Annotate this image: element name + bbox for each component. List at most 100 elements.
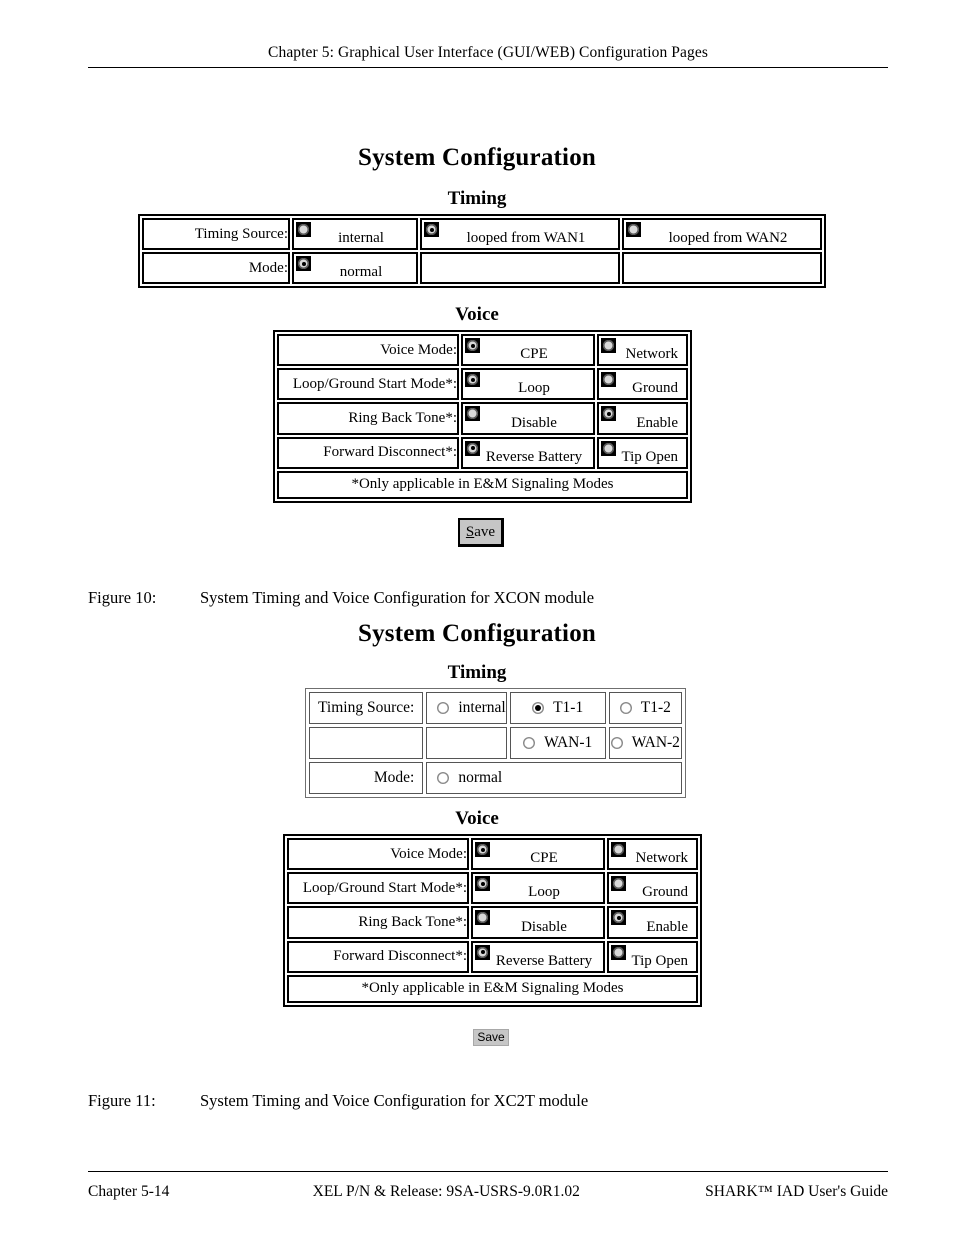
radio-label: WAN-1 [544, 734, 593, 752]
save-button-xcon[interactable]: Save [458, 518, 504, 547]
radio-option-disable[interactable]: Disable [461, 402, 595, 435]
radio-option-t1-1[interactable]: T1-1 [509, 692, 606, 724]
mode-label: Mode: [142, 252, 290, 284]
timing-source-label: Timing Source: [142, 218, 290, 250]
footer-right: SHARK™ IAD User's Guide [705, 1183, 888, 1200]
figure-caption-10: Figure 10: System Timing and Voice Config… [88, 588, 594, 608]
radio-option-wan-2[interactable]: WAN-2 [608, 727, 682, 759]
radio-label: Ground [632, 380, 678, 397]
figure-caption-text: System Timing and Voice Configuration fo… [200, 1091, 589, 1110]
voice-mode-label: Voice Mode: [287, 838, 469, 871]
radio-label: T1-1 [553, 699, 584, 717]
loop-ground-start-label: Loop/Ground Start Mode*: [287, 872, 469, 905]
running-header: Chapter 5: Graphical User Interface (GUI… [268, 44, 708, 61]
empty-cell [622, 252, 822, 284]
radio-label: Network [635, 850, 689, 867]
radio-icon[interactable] [523, 737, 536, 750]
radio-label: WAN-2 [631, 734, 680, 752]
table-row: Voice Mode: CPE Network [277, 334, 688, 367]
empty-cell [420, 252, 620, 284]
radio-label: Loop [518, 380, 550, 397]
table-row: Ring Back Tone*: Disable Enable [277, 402, 688, 435]
radio-label: Loop [528, 884, 560, 901]
radio-option-enable[interactable]: Enable [607, 906, 698, 939]
radio-option-cpe[interactable]: CPE [471, 838, 605, 871]
radio-option-loop[interactable]: Loop [471, 872, 605, 905]
radio-option-reverse-battery[interactable]: Reverse Battery [461, 436, 595, 469]
radio-label: T1-2 [640, 699, 671, 717]
radio-label: Disable [521, 918, 567, 935]
radio-option-normal[interactable]: normal [426, 762, 682, 794]
footer-center: XEL P/N & Release: 9SA-USRS-9.0R1.02 [312, 1183, 580, 1200]
radio-label: looped from WAN2 [668, 230, 788, 246]
table-row: Loop/Ground Start Mode*: Loop Ground [287, 872, 698, 905]
figure-caption-label: Figure 11: [88, 1091, 156, 1110]
table-row: Forward Disconnect*: Reverse Battery Tip… [287, 940, 698, 973]
table-row: *Only applicable in E&M Signaling Modes [277, 470, 688, 499]
radio-option-disable[interactable]: Disable [471, 906, 605, 939]
timing-heading-xc2t: Timing [447, 662, 507, 683]
timing-table-xc2t: Timing Source: internal T1-1 T1-2 WAN-1 … [305, 688, 686, 798]
radio-option-reverse-battery[interactable]: Reverse Battery [471, 940, 605, 973]
radio-label: Disable [511, 414, 557, 431]
radio-icon[interactable] [437, 772, 450, 785]
table-row: Timing Source: internal T1-1 T1-2 [309, 692, 682, 724]
radio-icon[interactable] [610, 737, 623, 750]
radio-option-normal[interactable]: normal [292, 252, 418, 284]
radio-option-looped-wan2[interactable]: looped from WAN2 [622, 218, 822, 250]
voice-table-xc2t: Voice Mode: CPE Network Loop/Ground Star… [283, 834, 702, 1007]
radio-option-network[interactable]: Network [597, 334, 688, 367]
radio-label: Enable [646, 918, 688, 935]
mode-label: Mode: [309, 762, 424, 794]
radio-option-network[interactable]: Network [607, 838, 698, 871]
radio-label: internal [458, 699, 506, 717]
radio-option-internal[interactable]: internal [426, 692, 507, 724]
radio-label: Reverse Battery [485, 448, 583, 465]
figure-caption-11: Figure 11: System Timing and Voice Config… [88, 1091, 588, 1111]
radio-option-tip-open[interactable]: Tip Open [607, 940, 698, 973]
save-button-xc2t[interactable]: Save [473, 1029, 509, 1046]
radio-option-t1-2[interactable]: T1-2 [608, 692, 682, 724]
table-row: *Only applicable in E&M Signaling Modes [287, 974, 698, 1003]
save-rest-letters: ave [474, 524, 496, 540]
table-row: Mode: normal [309, 762, 682, 794]
radio-option-loop[interactable]: Loop [461, 368, 595, 401]
radio-option-cpe[interactable]: CPE [461, 334, 595, 367]
radio-label: Reverse Battery [495, 952, 593, 969]
table-row: Timing Source: internal looped from WAN1… [142, 218, 822, 250]
voice-footnote: *Only applicable in E&M Signaling Modes [277, 470, 688, 499]
voice-table-xcon: Voice Mode: CPE Network Loop/Ground Star… [273, 330, 692, 503]
radio-option-enable[interactable]: Enable [597, 402, 688, 435]
forward-disconnect-label: Forward Disconnect*: [277, 436, 459, 469]
radio-label: Enable [636, 414, 678, 431]
radio-label: normal [339, 264, 383, 280]
loop-ground-start-label: Loop/Ground Start Mode*: [277, 368, 459, 401]
radio-option-ground[interactable]: Ground [607, 872, 698, 905]
empty-cell [309, 727, 424, 759]
header-rule [88, 67, 888, 68]
radio-label: Ground [642, 884, 688, 901]
timing-table-xcon: Timing Source: internal looped from WAN1… [138, 214, 826, 288]
voice-footnote: *Only applicable in E&M Signaling Modes [287, 974, 698, 1003]
radio-option-wan-1[interactable]: WAN-1 [509, 727, 606, 759]
timing-source-label: Timing Source: [309, 692, 424, 724]
radio-icon[interactable] [532, 702, 545, 715]
table-row: Loop/Ground Start Mode*: Loop Ground [277, 368, 688, 401]
radio-label: normal [458, 769, 503, 787]
radio-icon[interactable] [437, 702, 450, 715]
radio-label: Tip Open [631, 952, 688, 969]
radio-icon[interactable] [619, 702, 632, 715]
table-row: WAN-1 WAN-2 [309, 727, 682, 759]
radio-option-tip-open[interactable]: Tip Open [597, 436, 688, 469]
footer-left: Chapter 5-14 [88, 1183, 170, 1200]
empty-cell [426, 727, 507, 759]
radio-label: CPE [520, 346, 548, 363]
figure-caption-label: Figure 10: [88, 588, 157, 607]
radio-option-looped-wan1[interactable]: looped from WAN1 [420, 218, 620, 250]
ring-back-tone-label: Ring Back Tone*: [287, 906, 469, 939]
radio-option-ground[interactable]: Ground [597, 368, 688, 401]
radio-option-internal[interactable]: internal [292, 218, 418, 250]
radio-label: CPE [530, 850, 558, 867]
table-row: Voice Mode: CPE Network [287, 838, 698, 871]
footer-rule [88, 1171, 888, 1172]
